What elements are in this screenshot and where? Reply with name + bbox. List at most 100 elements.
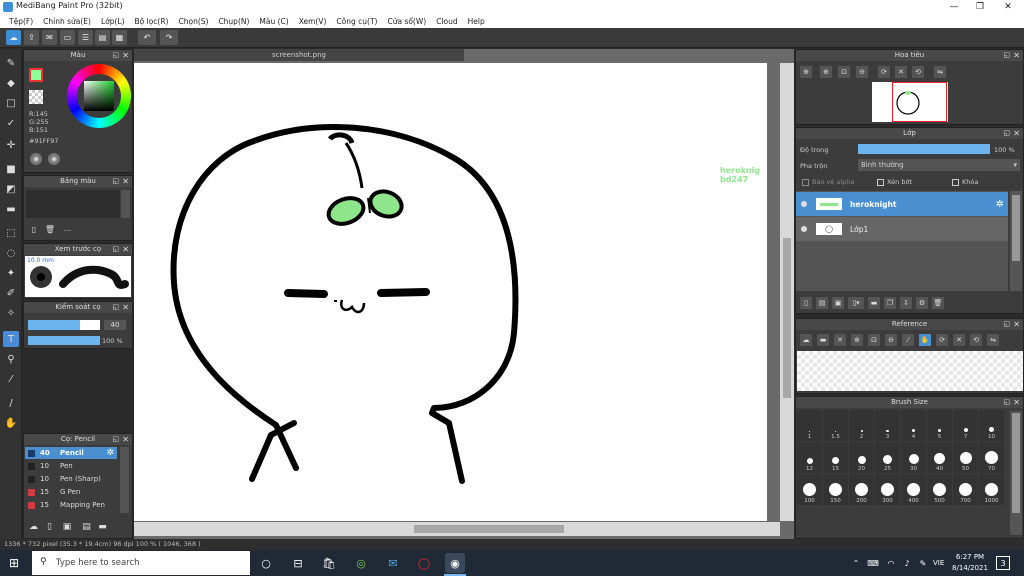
brush-item[interactable]: 40 Pencil ✲ [25, 447, 117, 459]
gear-icon[interactable]: ✲ [996, 199, 1004, 210]
new-palette-icon[interactable]: ▯ [28, 223, 40, 235]
cloud-icon[interactable]: ☁ [800, 334, 812, 346]
layer-row-heroknight[interactable]: heroknight ✲ [796, 192, 1008, 216]
reset-icon[interactable]: ✕ [895, 66, 907, 78]
dropper-icon[interactable]: / [3, 395, 19, 411]
panel-close-icon[interactable]: ✕ [1013, 319, 1020, 330]
panel-close-icon[interactable]: ✕ [122, 50, 129, 61]
menu-view[interactable]: Xem(V) [294, 17, 332, 26]
brush-size-cell[interactable]: 5 [927, 410, 952, 441]
magic-wand-icon[interactable]: ✦ [3, 265, 19, 281]
protect-alpha-checkbox[interactable] [802, 179, 809, 186]
select-tool-icon[interactable]: ⬚ [3, 225, 19, 241]
select-lasso-icon[interactable]: ◌ [3, 245, 19, 261]
brush-size-cell[interactable]: 200 [849, 474, 874, 505]
brush-size-cell[interactable]: 30 [901, 442, 926, 473]
dock-icon[interactable]: ◱ [112, 434, 119, 445]
layer-scrollbar[interactable] [1010, 191, 1022, 291]
brush-size-value[interactable]: 40 [104, 320, 126, 330]
gradient-tool-icon[interactable]: ▬ [3, 201, 19, 217]
lock-checkbox[interactable] [952, 179, 959, 186]
brush-size-cell[interactable]: 70 [979, 442, 1004, 473]
network-icon[interactable]: ⌨ [866, 557, 880, 569]
brush-size-cell[interactable]: 1.5 [823, 410, 848, 441]
brush-size-cell[interactable]: 300 [875, 474, 900, 505]
color-wheel[interactable] [67, 64, 131, 128]
dock-icon[interactable]: ◱ [112, 244, 119, 255]
dock-icon[interactable]: ◱ [112, 50, 119, 61]
minimize-icon[interactable]: — [940, 0, 968, 14]
rotate-icon[interactable]: ⟳ [878, 66, 890, 78]
tab-screenshot[interactable]: screenshot.png [134, 49, 464, 61]
rotate-back-icon[interactable]: ⟲ [912, 66, 924, 78]
panel-close-icon[interactable]: ✕ [122, 302, 129, 313]
eye-icon[interactable] [801, 226, 807, 232]
brush-size-cell[interactable]: 50 [953, 442, 978, 473]
zoom-in-2-icon[interactable]: ⊕ [820, 66, 832, 78]
color-square[interactable] [84, 81, 114, 111]
zoom-out-icon[interactable]: ⊖ [856, 66, 868, 78]
brush-size-scrollbar[interactable] [1010, 411, 1022, 535]
add-layer-dropdown-icon[interactable]: ▯▾ [848, 297, 864, 309]
panel-close-icon[interactable]: ✕ [122, 244, 129, 255]
maximize-icon[interactable]: ❐ [966, 0, 994, 14]
brush-cloud-icon[interactable]: ☁ [27, 520, 40, 533]
dock-icon[interactable]: ◱ [1003, 128, 1010, 139]
move-tool-icon[interactable]: ✛ [3, 137, 19, 153]
eraser-tool-icon[interactable]: ◆ [3, 75, 19, 91]
zoom-in-icon[interactable]: ⊕ [851, 334, 863, 346]
select-eraser-icon[interactable]: ✧ [3, 305, 19, 321]
layer-row-lop1[interactable]: ◯ Lớp1 [796, 217, 1008, 241]
close-icon[interactable]: ✕ [994, 0, 1022, 14]
brush-size-cell[interactable]: 500 [927, 474, 952, 505]
fit-icon[interactable]: ⊡ [838, 66, 850, 78]
widgets-icon[interactable]: ⊟ [288, 553, 308, 573]
clipping-checkbox[interactable] [877, 179, 884, 186]
hand-icon[interactable]: ✋ [919, 334, 931, 346]
select-pen-icon[interactable]: ✐ [3, 285, 19, 301]
delete-palette-icon[interactable]: 🗑 [44, 223, 56, 235]
volume-icon[interactable]: ♪ [900, 557, 914, 569]
drawing-canvas[interactable]: heroknig bd247 [134, 63, 767, 521]
grid-icon[interactable]: ▦ [112, 30, 127, 45]
folder-icon[interactable]: ▬ [96, 520, 109, 533]
undo-icon[interactable]: ↶ [138, 30, 156, 45]
canvas-horizontal-scrollbar[interactable] [134, 522, 780, 536]
brush-size-cell[interactable]: 150 [823, 474, 848, 505]
task-view-icon[interactable]: ○ [256, 553, 276, 573]
brush-size-cell[interactable]: 100 [797, 474, 822, 505]
menu-help[interactable]: Help [463, 17, 490, 26]
copy-brush-icon[interactable]: ▤ [80, 520, 93, 533]
dock-icon[interactable]: ◱ [112, 302, 119, 313]
upload-icon[interactable]: ⇪ [24, 30, 39, 45]
primary-color-swatch[interactable] [29, 68, 43, 82]
eyedropper-icon[interactable]: ⁄ [902, 334, 914, 346]
chrome-icon[interactable]: ◉ [445, 553, 465, 573]
add-brush-icon[interactable]: ▣ [59, 520, 75, 533]
flip-icon[interactable]: ⇋ [987, 334, 999, 346]
rotate-icon[interactable]: ⟳ [936, 334, 948, 346]
palette-icon[interactable]: ◉ [30, 153, 42, 165]
brush-size-scroll-thumb[interactable] [1012, 413, 1020, 513]
brush-size-cell[interactable]: 1 [797, 410, 822, 441]
brush-size-cell[interactable]: 12 [797, 442, 822, 473]
brush-size-cell[interactable]: 3 [875, 410, 900, 441]
menu-layer[interactable]: Lớp(L) [96, 17, 130, 26]
menu-edit[interactable]: Chỉnh sửa(E) [38, 17, 96, 26]
clock[interactable]: 6:27 PM 8/14/2021 [952, 552, 988, 574]
brush-size-cell[interactable]: 1000 [979, 474, 1004, 505]
delete-layer-icon[interactable]: 🗑 [932, 297, 944, 309]
notification-icon[interactable]: 3 [996, 556, 1010, 570]
brush-item[interactable]: 15 G Pen [25, 486, 117, 498]
panel-close-icon[interactable]: ✕ [1013, 397, 1020, 408]
brush-size-cell[interactable]: 700 [953, 474, 978, 505]
layer-opacity-slider[interactable] [858, 144, 990, 154]
brush-list-scrollbar[interactable] [120, 447, 129, 513]
brush-item[interactable]: 15 Mapping Pen [25, 499, 117, 511]
redo-icon[interactable]: ↷ [160, 30, 178, 45]
lasso-tool-icon[interactable]: ✓ [3, 115, 19, 131]
menu-snap[interactable]: Chụp(N) [213, 17, 254, 26]
fill-rect-icon[interactable]: ■ [3, 161, 19, 177]
brush-size-slider[interactable] [28, 320, 100, 330]
dock-icon[interactable]: ◱ [1003, 50, 1010, 61]
